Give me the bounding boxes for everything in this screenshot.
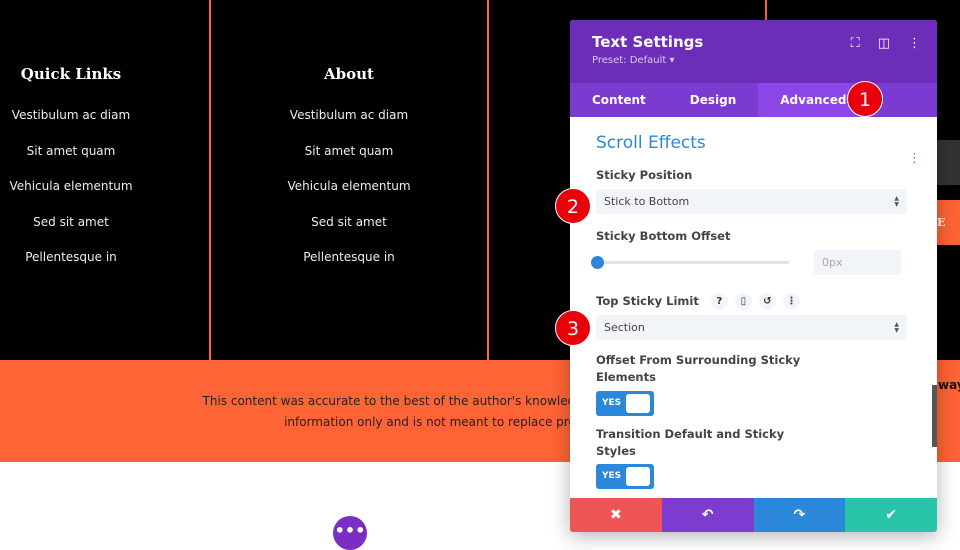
toggle-label: YES xyxy=(602,398,622,408)
label-line: Transition Default and Sticky xyxy=(596,427,785,441)
footer-link[interactable]: Vestibulum ac diam xyxy=(249,105,449,141)
label-line: Elements xyxy=(596,370,656,384)
bottom-offset-input[interactable]: 0px xyxy=(814,250,901,275)
slider-handle[interactable] xyxy=(591,256,604,269)
tab-design[interactable]: Design xyxy=(668,83,759,117)
section-title[interactable]: Scroll Effects xyxy=(596,133,907,153)
footer-link[interactable]: Vehicula elementum xyxy=(0,176,142,212)
select-value: Stick to Bottom xyxy=(604,195,690,208)
more-options-button[interactable]: ••• xyxy=(333,516,367,550)
bottom-offset-label: Sticky Bottom Offset xyxy=(596,229,731,243)
save-button[interactable]: ✔ xyxy=(845,498,937,532)
top-sticky-limit-select[interactable]: Section ▲ ▼ xyxy=(596,315,907,340)
sidebar-layout-icon[interactable]: ◫ xyxy=(878,36,890,51)
partial-text: way xyxy=(938,378,960,392)
select-value: Section xyxy=(604,321,645,334)
undo-button[interactable]: ↶ xyxy=(661,498,754,532)
footer-link[interactable]: Sed sit amet xyxy=(0,212,142,248)
select-arrows-icon: ▲ ▼ xyxy=(894,195,899,208)
sticky-position-label: Sticky Position xyxy=(596,168,693,182)
divider xyxy=(765,0,767,20)
step-badge-2: 2 xyxy=(555,188,591,224)
redo-button[interactable]: ↷ xyxy=(753,498,846,532)
step-badge-3: 3 xyxy=(555,310,591,346)
footer-link[interactable]: Sit amet quam xyxy=(0,141,142,177)
scrollbar[interactable] xyxy=(932,385,937,447)
transition-label: Transition Default and Sticky Styles xyxy=(596,426,907,460)
fullscreen-icon[interactable]: ⛶ xyxy=(851,36,860,51)
divider xyxy=(487,0,489,360)
more-icon[interactable]: ⋮ xyxy=(782,293,800,310)
toggle-label: YES xyxy=(602,471,622,481)
kebab-menu-icon[interactable]: ⋮ xyxy=(908,36,921,51)
column-title: Quick Links xyxy=(20,65,122,83)
offset-surrounding-label: Offset From Surrounding Sticky Elements xyxy=(596,352,907,386)
mobile-icon[interactable]: ▯ xyxy=(734,293,752,310)
slider-track[interactable] xyxy=(591,256,789,269)
footer-link[interactable]: Vestibulum ac diam xyxy=(0,105,142,141)
panel-footer: ✖ ↶ ↷ ✔ xyxy=(570,498,937,532)
help-icon[interactable]: ? xyxy=(710,293,728,310)
offset-surrounding-toggle[interactable]: YES xyxy=(596,391,654,416)
cancel-button[interactable]: ✖ xyxy=(570,498,662,532)
divider xyxy=(209,0,211,360)
footer-link[interactable]: Pellentesque in xyxy=(0,247,142,283)
top-sticky-limit-label: Top Sticky Limit xyxy=(596,294,699,308)
panel-header: Text Settings Preset: Default ▾ ⛶ ◫ ⋮ xyxy=(570,20,937,83)
top-sticky-limit-row: Top Sticky Limit ? ▯ ↺ ⋮ xyxy=(596,293,907,310)
reset-icon[interactable]: ↺ xyxy=(758,293,776,310)
bottom-offset-slider: 0px xyxy=(591,250,907,275)
sticky-position-select[interactable]: Stick to Bottom ▲ ▼ xyxy=(596,189,907,214)
footer-column-quick-links: Quick Links Vestibulum ac diam Sit amet … xyxy=(0,0,142,360)
section-menu-icon[interactable]: ⋮ xyxy=(908,151,921,166)
footer-column-about: About Vestibulum ac diam Sit amet quam V… xyxy=(249,0,449,360)
step-badge-1: 1 xyxy=(847,81,883,117)
label-line: Styles xyxy=(596,444,636,458)
label-line: Offset From Surrounding Sticky xyxy=(596,353,801,367)
footer-link[interactable]: Vehicula elementum xyxy=(249,176,449,212)
footer-link[interactable]: Sit amet quam xyxy=(249,141,449,177)
preset-dropdown[interactable]: Preset: Default ▾ xyxy=(592,55,915,66)
tab-content[interactable]: Content xyxy=(570,83,668,117)
select-arrows-icon: ▲ ▼ xyxy=(894,321,899,334)
right-gray-block xyxy=(937,140,960,185)
right-cta-button[interactable]: E xyxy=(937,200,960,245)
transition-toggle[interactable]: YES xyxy=(596,464,654,489)
column-title: About xyxy=(324,65,374,83)
footer-link[interactable]: Pellentesque in xyxy=(249,247,449,283)
footer-link[interactable]: Sed sit amet xyxy=(249,212,449,248)
